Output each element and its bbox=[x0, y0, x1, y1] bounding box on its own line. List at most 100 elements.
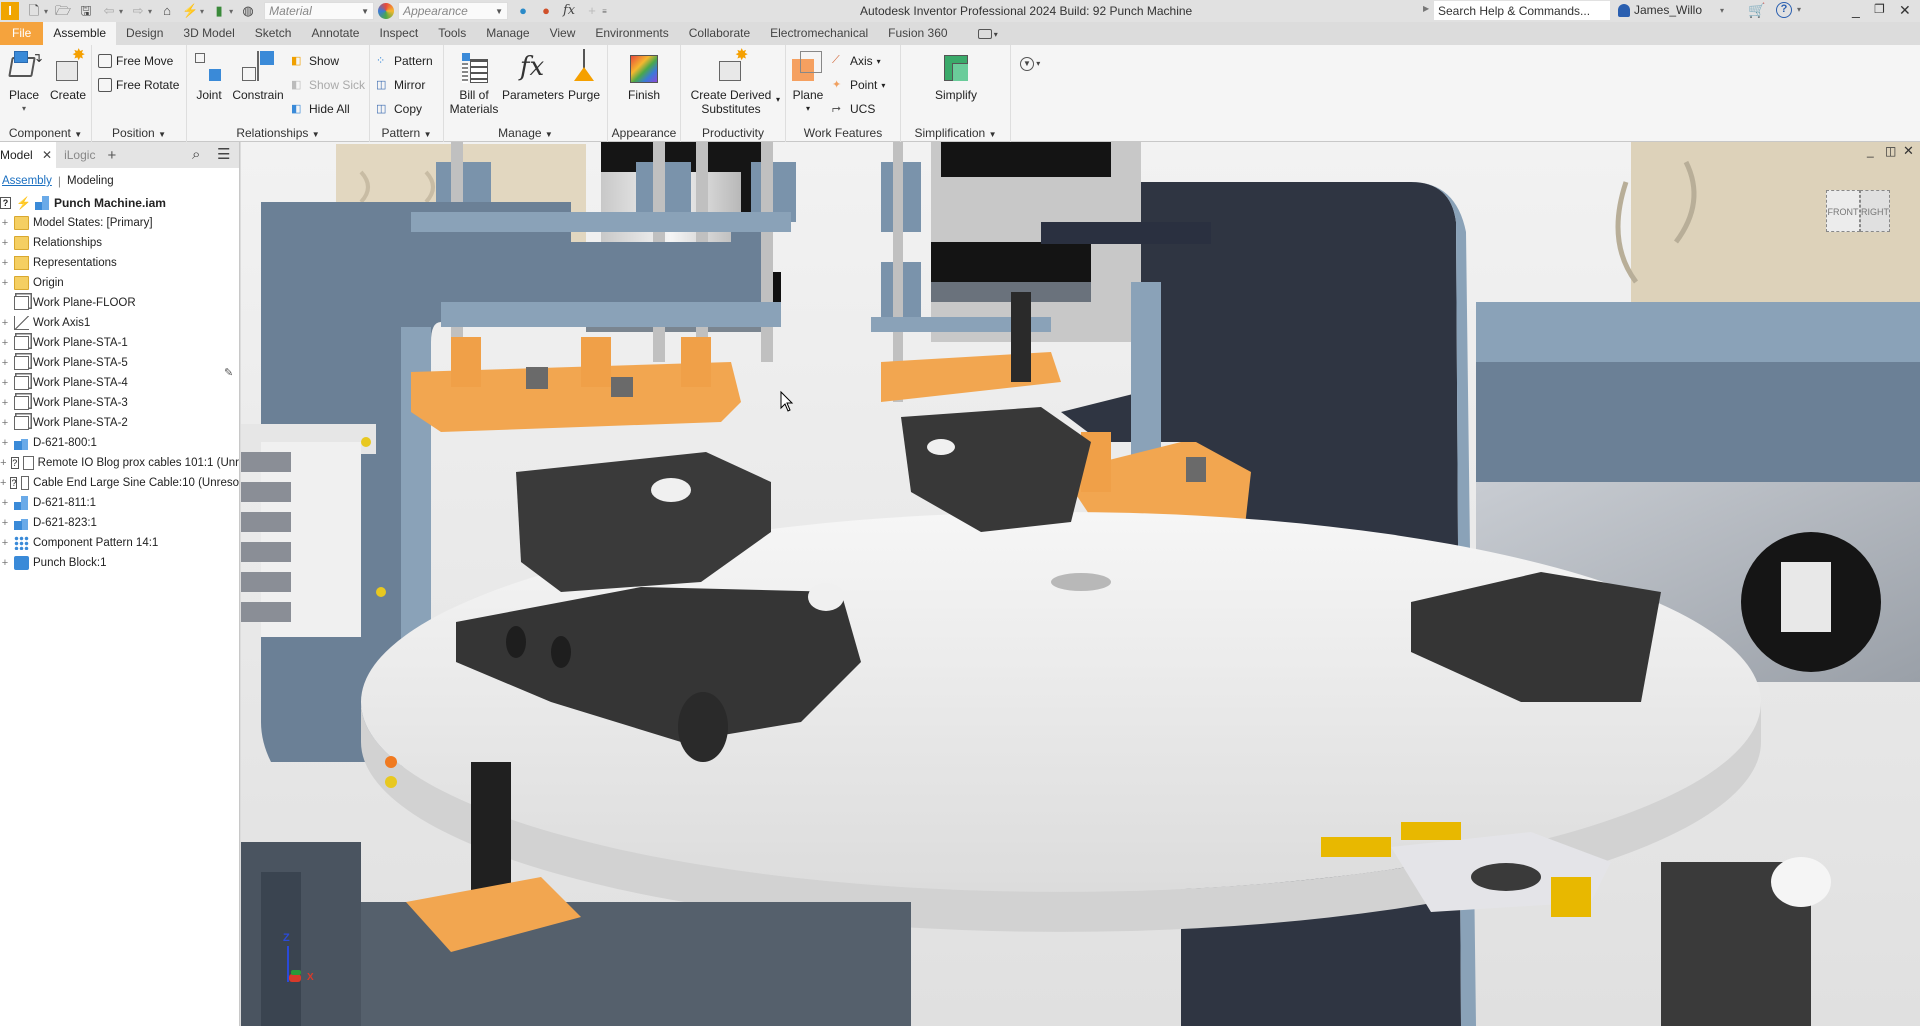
free-rotate-button[interactable]: Free Rotate bbox=[98, 78, 179, 92]
tree-item[interactable]: + D-621-811:1 bbox=[0, 493, 239, 513]
panel-title-pattern[interactable]: Pattern ▼ bbox=[370, 126, 443, 140]
expand-icon[interactable]: + bbox=[0, 437, 10, 449]
expand-icon[interactable]: + bbox=[0, 377, 10, 389]
update-icon[interactable]: ⚡ bbox=[182, 3, 198, 19]
update-dropdown[interactable]: ▾ bbox=[200, 7, 204, 16]
viewport-restore-button[interactable]: ◫ bbox=[1885, 144, 1896, 158]
tree-item[interactable]: +? Remote IO Blog prox cables 101:1 (Unr bbox=[0, 453, 239, 473]
tab-3d-model[interactable]: 3D Model bbox=[173, 22, 244, 45]
expand-icon[interactable]: + bbox=[0, 517, 10, 529]
new-dropdown[interactable]: ▾ bbox=[44, 7, 48, 16]
point-button[interactable]: ✦ Point ▾ bbox=[832, 78, 885, 92]
save-icon[interactable]: 🖫 bbox=[78, 3, 94, 19]
expand-icon[interactable]: + bbox=[0, 417, 10, 429]
tab-environments[interactable]: Environments bbox=[585, 22, 678, 45]
assembly-view-tab[interactable]: Assembly bbox=[2, 175, 52, 187]
add-tab-icon[interactable]: + bbox=[107, 147, 116, 164]
close-tab-icon[interactable]: ✕ bbox=[42, 148, 52, 162]
select-icon[interactable]: ▮ bbox=[211, 3, 227, 19]
user-account[interactable]: James_Willo ▾ bbox=[1618, 3, 1724, 17]
show-button[interactable]: ◧ Show bbox=[291, 54, 339, 68]
add-icon[interactable]: + bbox=[584, 3, 600, 19]
redo-icon[interactable]: ⇨ bbox=[130, 3, 146, 19]
viewcube-right[interactable]: RIGHT bbox=[1860, 190, 1890, 232]
search-expand-icon[interactable]: ▶ bbox=[1423, 4, 1429, 13]
tree-item[interactable]: + Origin bbox=[0, 273, 239, 293]
expand-icon[interactable]: + bbox=[0, 557, 10, 569]
joint-button[interactable]: Joint bbox=[191, 49, 227, 102]
tab-design[interactable]: Design bbox=[116, 22, 173, 45]
panel-title-simplification[interactable]: Simplification ▼ bbox=[901, 126, 1010, 140]
viewport-close-button[interactable]: ✕ bbox=[1903, 143, 1914, 159]
copy-button[interactable]: ◫ Copy bbox=[376, 102, 422, 116]
free-move-button[interactable]: Free Move bbox=[98, 54, 173, 68]
expand-icon[interactable]: + bbox=[0, 277, 10, 289]
tab-view[interactable]: View bbox=[540, 22, 586, 45]
hide-all-button[interactable]: ◧ Hide All bbox=[291, 102, 350, 116]
expand-icon[interactable]: + bbox=[0, 397, 10, 409]
ribbon-display-toggle[interactable]: ▾ bbox=[958, 22, 1008, 45]
tree-item[interactable]: + Representations bbox=[0, 253, 239, 273]
undo-dropdown[interactable]: ▾ bbox=[119, 7, 123, 16]
redo-dropdown[interactable]: ▾ bbox=[148, 7, 152, 16]
axis-button[interactable]: ⟋ Axis ▾ bbox=[832, 54, 881, 68]
expand-icon[interactable]: + bbox=[0, 217, 10, 229]
graphics-viewport[interactable]: FRONT RIGHT _ ◫ ✕ Z X bbox=[241, 142, 1920, 1026]
tab-annotate[interactable]: Annotate bbox=[301, 22, 369, 45]
select-dropdown[interactable]: ▾ bbox=[229, 7, 233, 16]
show-sick-button[interactable]: ◧ Show Sick bbox=[291, 78, 365, 92]
expand-icon[interactable]: + bbox=[0, 257, 10, 269]
tree-item[interactable]: + Work Plane-STA-5 bbox=[0, 353, 239, 373]
tab-collaborate[interactable]: Collaborate bbox=[679, 22, 760, 45]
clear-appearance-icon[interactable]: ● bbox=[538, 3, 554, 19]
tree-item[interactable]: + Work Plane-STA-3 bbox=[0, 393, 239, 413]
panel-title-manage[interactable]: Manage ▼ bbox=[444, 126, 607, 140]
tree-item[interactable]: + D-621-823:1 bbox=[0, 513, 239, 533]
chevron-down-icon[interactable]: ▾ bbox=[776, 95, 780, 104]
expand-icon[interactable]: + bbox=[0, 317, 10, 329]
tree-item[interactable]: + D-621-800:1 bbox=[0, 433, 239, 453]
home-icon[interactable]: ⌂ bbox=[159, 3, 175, 19]
tree-root[interactable]: ? ⚡ Punch Machine.iam bbox=[0, 193, 239, 213]
tab-sketch[interactable]: Sketch bbox=[245, 22, 302, 45]
tree-item[interactable]: + Work Plane-STA-2 bbox=[0, 413, 239, 433]
tab-fusion-360[interactable]: Fusion 360 bbox=[878, 22, 957, 45]
place-button[interactable]: ↴ Place ▾ bbox=[4, 49, 44, 116]
menu-icon[interactable]: ☰ bbox=[217, 145, 230, 163]
ucs-button[interactable]: ⮣ UCS bbox=[832, 102, 875, 116]
chevron-down-icon[interactable]: ▾ bbox=[1797, 5, 1801, 14]
expand-icon[interactable]: + bbox=[0, 497, 10, 509]
panel-title-component[interactable]: Component ▼ bbox=[0, 126, 91, 140]
tab-file[interactable]: File bbox=[0, 22, 44, 45]
tree-item[interactable]: + Relationships bbox=[0, 233, 239, 253]
customize-qat-icon[interactable]: ≡ bbox=[602, 7, 607, 16]
search-input[interactable]: Search Help & Commands... bbox=[1434, 1, 1610, 20]
panel-title-position[interactable]: Position ▼ bbox=[92, 126, 186, 140]
finish-button[interactable]: Finish bbox=[618, 49, 670, 102]
tab-electromechanical[interactable]: Electromechanical bbox=[760, 22, 878, 45]
viewcube-front[interactable]: FRONT bbox=[1826, 190, 1860, 232]
expand-icon[interactable]: + bbox=[0, 537, 10, 549]
tree-item[interactable]: + Work Plane-STA-1 bbox=[0, 333, 239, 353]
fx-icon[interactable]: fx bbox=[561, 3, 577, 19]
cart-icon[interactable]: 🛒 bbox=[1748, 2, 1765, 19]
appearance-icon[interactable] bbox=[378, 3, 395, 19]
expand-icon[interactable]: + bbox=[0, 237, 10, 249]
expand-icon[interactable]: + bbox=[0, 457, 7, 469]
browser-tab-ilogic[interactable]: iLogic bbox=[64, 148, 95, 162]
browser-tab-model[interactable]: Model ✕ bbox=[0, 142, 57, 168]
expand-icon[interactable]: + bbox=[0, 477, 6, 489]
simplify-button[interactable]: Simplify bbox=[926, 49, 986, 102]
minimize-button[interactable]: _ bbox=[1852, 2, 1860, 18]
tree-item[interactable]: + Work Axis1 bbox=[0, 313, 239, 333]
constrain-button[interactable]: Constrain bbox=[229, 49, 287, 102]
tab-tools[interactable]: Tools bbox=[428, 22, 476, 45]
tree-item[interactable]: + Work Plane-STA-4 bbox=[0, 373, 239, 393]
close-button[interactable]: ✕ bbox=[1899, 2, 1911, 19]
appearance-dropdown[interactable]: Appearance ▼ bbox=[398, 2, 509, 20]
expand-icon[interactable]: + bbox=[0, 337, 10, 349]
tab-assemble[interactable]: Assemble bbox=[43, 22, 117, 45]
tree-item[interactable]: +? Cable End Large Sine Cable:10 (Unreso bbox=[0, 473, 239, 493]
tree-item[interactable]: + Punch Block:1 bbox=[0, 553, 239, 573]
panel-title-relationships[interactable]: Relationships ▼ bbox=[187, 126, 369, 140]
